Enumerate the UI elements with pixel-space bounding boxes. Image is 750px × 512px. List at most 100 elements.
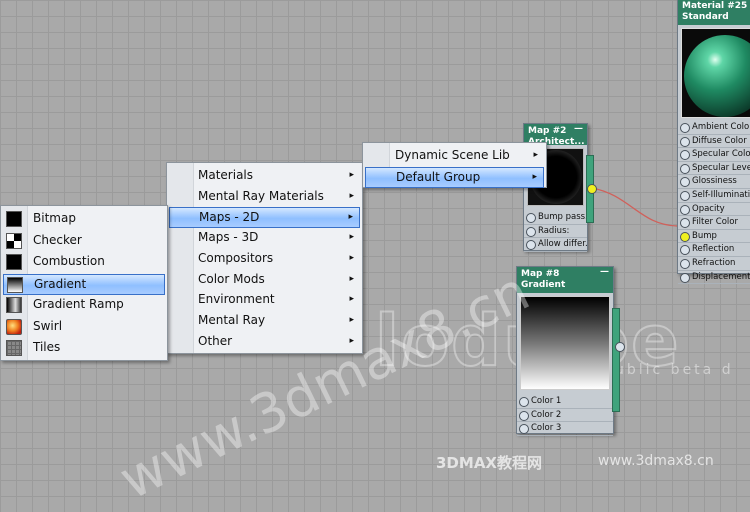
input-socket[interactable]: [680, 190, 690, 201]
material-node-header[interactable]: Material #25 Standard: [678, 0, 750, 25]
material-node[interactable]: Material #25 Standard Ambient Color Diffu…: [677, 0, 750, 285]
submenu-arrow-icon: ▸: [533, 150, 538, 160]
menu-item-label: Environment: [198, 292, 275, 307]
node-slot-label: Opacity: [692, 203, 725, 214]
node-slot[interactable]: Allow differ...: [524, 238, 587, 252]
node-slot-label: Allow differ...: [538, 239, 587, 250]
menu-item-dynamic-scene-lib[interactable]: Dynamic Scene Lib ▸: [365, 146, 544, 165]
watermark-site-url: www.3dmax8.cn: [598, 453, 714, 469]
input-socket[interactable]: [680, 150, 690, 161]
input-socket[interactable]: [680, 177, 690, 188]
input-socket[interactable]: [519, 397, 529, 407]
watermark-site-name: 3DMAX教程网: [436, 454, 542, 472]
bitmap-icon: [6, 211, 22, 227]
node-slot[interactable]: Color 2: [517, 409, 613, 423]
input-socket[interactable]: [519, 424, 529, 435]
menu-item-environment[interactable]: Environment ▸: [169, 290, 360, 309]
material-node-title: Material #25: [682, 1, 748, 11]
menu-item-color-mods[interactable]: Color Mods ▸: [169, 270, 360, 289]
node-slot-label: Self-Illumination: [692, 189, 750, 200]
map8-output-tab[interactable]: [612, 308, 620, 412]
node-slot-label: Reflection: [692, 244, 735, 255]
node-slot-label: Radius:: [538, 225, 570, 236]
node-slot[interactable]: Opacity: [678, 203, 750, 217]
input-socket[interactable]: [680, 258, 690, 269]
map8-node-header[interactable]: Map #8 Gradient —: [517, 267, 613, 293]
input-socket[interactable]: [519, 410, 529, 421]
node-slot[interactable]: Refraction: [678, 257, 750, 271]
menu-item-default-group[interactable]: Default Group ▸: [365, 166, 544, 188]
menu-item-gradient[interactable]: Gradient: [3, 273, 165, 295]
node-slot[interactable]: Bump pass...: [524, 211, 587, 225]
menu-item-mental-ray-materials[interactable]: Mental Ray Materials ▸: [169, 187, 360, 206]
map2-node-collapse-button[interactable]: —: [574, 124, 583, 135]
node-slot[interactable]: Color 3: [517, 422, 613, 436]
input-socket[interactable]: [526, 240, 536, 251]
node-slot-label: Filter Color: [692, 217, 738, 228]
menu-item-compositors[interactable]: Compositors ▸: [169, 249, 360, 268]
node-slot-label: Diffuse Color: [692, 135, 747, 146]
node-slot[interactable]: Bump: [678, 230, 750, 244]
node-slot[interactable]: Color 1: [517, 395, 613, 409]
menu-item-gradient-ramp[interactable]: Gradient Ramp: [3, 295, 165, 314]
input-socket[interactable]: [680, 204, 690, 215]
menu-item-tiles[interactable]: Tiles: [3, 338, 165, 357]
menu-item-label: Maps - 2D: [199, 210, 260, 225]
menu-item-label: Other: [198, 333, 233, 348]
input-socket[interactable]: [526, 213, 536, 223]
node-slot-label: Color 2: [531, 409, 562, 420]
node-slot-label: Displacement: [692, 271, 750, 282]
node-slot[interactable]: Ambient Color: [678, 121, 750, 135]
gradient-icon: [7, 276, 23, 293]
input-socket[interactable]: [680, 272, 690, 283]
map2-output-socket[interactable]: [587, 184, 597, 194]
submenu-arrow-icon: ▸: [349, 294, 354, 305]
menu-item-mental-ray[interactable]: Mental Ray ▸: [169, 311, 360, 330]
input-socket[interactable]: [680, 245, 690, 256]
node-slot-label: Specular Level: [692, 162, 750, 173]
node-slot[interactable]: Reflection: [678, 243, 750, 257]
material-node-subtitle: Standard: [682, 12, 729, 22]
menu-item-materials[interactable]: Materials ▸: [169, 166, 360, 185]
menu-item-bitmap[interactable]: Bitmap: [3, 209, 165, 228]
input-socket[interactable]: [680, 231, 690, 242]
node-slot[interactable]: Self-Illumination: [678, 189, 750, 203]
menu-item-label: Dynamic Scene Lib: [395, 148, 510, 162]
node-slot[interactable]: Diffuse Color: [678, 135, 750, 149]
node-slot-label: Bump pass...: [538, 212, 587, 222]
context-menu-main: Materials ▸ Mental Ray Materials ▸ Maps - 2D…: [166, 162, 363, 354]
node-slot-label: Bump: [692, 230, 717, 241]
node-slot-label: Color 1: [531, 396, 562, 406]
node-slot[interactable]: Displacement: [678, 271, 750, 285]
node-slot[interactable]: Radius:: [524, 225, 587, 239]
menu-item-maps-3d[interactable]: Maps - 3D ▸: [169, 228, 360, 247]
node-slot-label: Ambient Color: [692, 122, 750, 132]
submenu-arrow-icon: ▸: [349, 232, 354, 243]
input-socket[interactable]: [680, 218, 690, 229]
node-slot[interactable]: Filter Color: [678, 216, 750, 230]
input-socket[interactable]: [526, 226, 536, 237]
menu-item-swirl[interactable]: Swirl: [3, 317, 165, 336]
material-preview-sphere[interactable]: [681, 28, 750, 118]
menu-item-combustion[interactable]: Combustion: [3, 252, 165, 271]
menu-item-label: Combustion: [33, 254, 105, 268]
menu-item-maps-2d[interactable]: Maps - 2D ▸: [169, 207, 360, 229]
input-socket[interactable]: [680, 163, 690, 174]
menu-item-label: Checker: [33, 232, 82, 247]
submenu-arrow-icon: ▸: [349, 170, 354, 180]
input-socket[interactable]: [680, 123, 690, 133]
swirl-icon: [6, 318, 22, 335]
node-slot[interactable]: Glossiness: [678, 175, 750, 189]
menu-item-label: Gradient: [34, 276, 87, 291]
map8-node-collapse-button[interactable]: —: [600, 267, 609, 278]
input-socket[interactable]: [680, 136, 690, 147]
submenu-arrow-icon: ▸: [349, 314, 354, 325]
node-slot[interactable]: Specular Level: [678, 162, 750, 176]
menu-item-checker[interactable]: Checker: [3, 231, 165, 250]
menu-item-label: Compositors: [198, 250, 274, 265]
node-slot[interactable]: Specular Color: [678, 148, 750, 162]
node-slot-label: Color 3: [531, 423, 562, 434]
map8-output-socket[interactable]: [615, 342, 625, 352]
map8-node-title: Map #8: [521, 269, 560, 279]
map8-node[interactable]: Map #8 Gradient — Color 1 Color 2 Color 3: [516, 266, 614, 436]
